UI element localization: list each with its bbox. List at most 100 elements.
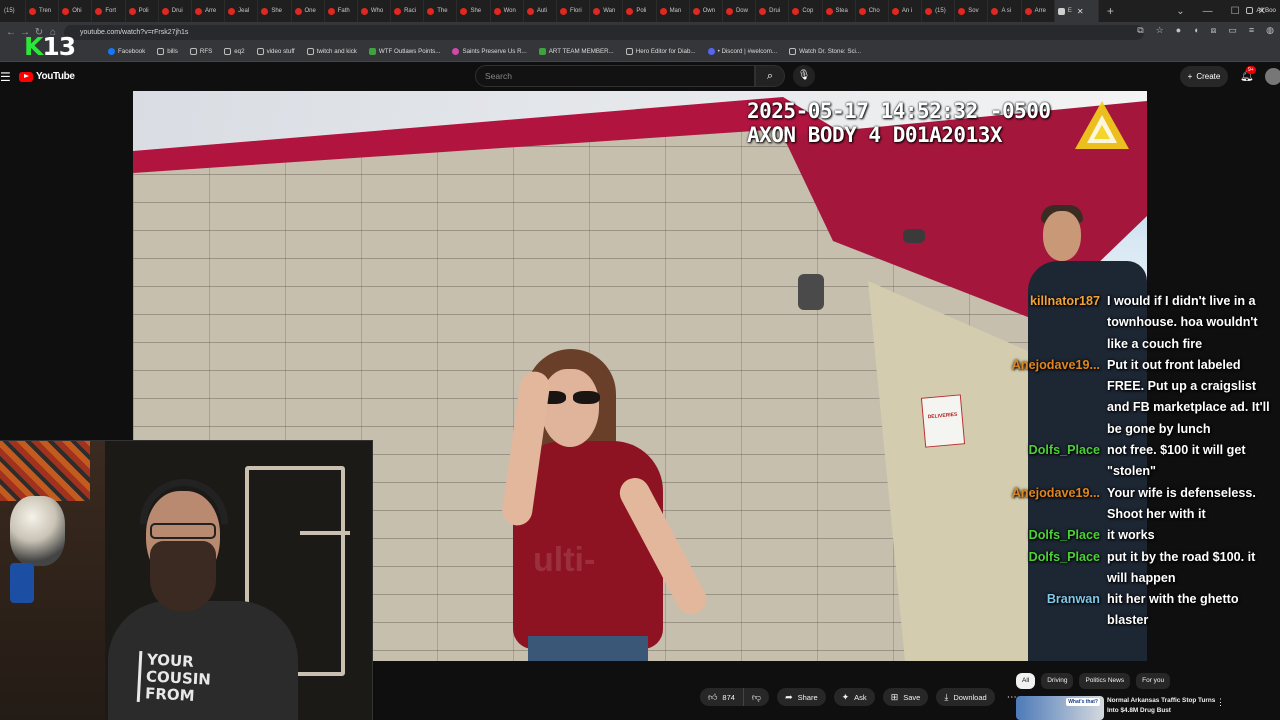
browser-tab[interactable]: Cop: [789, 0, 823, 22]
bookmark-item[interactable]: ART TEAM MEMBER...: [538, 48, 614, 55]
browser-tab[interactable]: The: [424, 0, 458, 22]
hamburger-menu-icon[interactable]: ☰: [0, 70, 11, 84]
tab-title: One: [304, 8, 316, 14]
tab-title: (15): [4, 8, 15, 14]
create-button[interactable]: + Create: [1180, 66, 1228, 87]
browser-tab[interactable]: Won: [491, 0, 524, 22]
tab-title: Arre: [1034, 8, 1046, 14]
bookmark-item[interactable]: Saints Preserve Us R...: [452, 48, 527, 55]
browser-tab[interactable]: Drui: [756, 0, 790, 22]
tab-title: Poli: [636, 8, 647, 14]
search-button[interactable]: ⌕: [755, 65, 785, 87]
browser-tab[interactable]: Man: [657, 0, 690, 22]
browser-tab[interactable]: Poli: [623, 0, 657, 22]
youtube-favicon-icon: [427, 7, 435, 15]
browser-tab[interactable]: Jeal: [225, 0, 259, 22]
share-button[interactable]: ➦ Share: [777, 688, 826, 706]
kebab-menu-icon[interactable]: ⋮: [1216, 697, 1225, 708]
youtube-favicon-icon: [725, 7, 733, 15]
dropdown-icon[interactable]: ⌄: [1176, 6, 1184, 17]
bookmark-star-icon[interactable]: ☆: [1156, 25, 1164, 36]
maximize-icon[interactable]: ☐: [1231, 6, 1240, 17]
browser-tab[interactable]: An i: [889, 0, 923, 22]
bookmark-item[interactable]: eq2: [224, 48, 245, 55]
profile-icon[interactable]: ◍: [1266, 25, 1274, 36]
bookmark-item[interactable]: video stuff: [256, 48, 295, 55]
extensions-puzzle-icon[interactable]: ⧈: [1211, 25, 1217, 36]
browser-tab[interactable]: (15): [0, 0, 26, 22]
back-icon[interactable]: ←: [4, 27, 18, 38]
youtube-logo[interactable]: YouTube: [19, 71, 75, 82]
youtube-favicon-icon: [692, 7, 700, 15]
all-bookmarks[interactable]: All Boo: [1246, 0, 1276, 20]
browser-tab[interactable]: Tren: [26, 0, 60, 22]
browser-tab[interactable]: Auti: [524, 0, 557, 22]
side-panel-icon[interactable]: ▭: [1228, 25, 1237, 36]
drink-can: [10, 563, 34, 603]
bookmark-item[interactable]: twitch and kick: [306, 48, 357, 55]
browser-tab[interactable]: Sov: [955, 0, 989, 22]
browser-tab[interactable]: Fort: [92, 0, 126, 22]
browser-tab[interactable]: Who: [358, 0, 392, 22]
browser-tab[interactable]: Arre: [1022, 0, 1055, 22]
extension-icon[interactable]: ●: [1176, 25, 1181, 36]
filter-chip[interactable]: All: [1016, 673, 1036, 689]
filter-chip[interactable]: Driving: [1041, 673, 1074, 689]
browser-tab[interactable]: She: [258, 0, 292, 22]
bookmark-item[interactable]: RFS: [189, 48, 212, 55]
bookmark-item[interactable]: Facebook: [108, 48, 145, 55]
browser-tab[interactable]: Own: [690, 0, 723, 22]
download-button[interactable]: ⤓ Download: [936, 688, 995, 706]
browser-tab[interactable]: (15): [922, 0, 956, 22]
filter-chip[interactable]: Politics News: [1079, 673, 1131, 689]
browser-tab[interactable]: Raci: [391, 0, 425, 22]
tab-title: An i: [901, 8, 913, 14]
save-button[interactable]: ⊞ Save: [882, 688, 929, 706]
chat-text: not free. $100 it will get "stolen": [1107, 443, 1246, 479]
browser-tab[interactable]: Dow: [723, 0, 757, 22]
dislike-button[interactable]: 👎︎: [743, 688, 770, 706]
ask-button[interactable]: ✦ Ask: [833, 688, 875, 706]
bookmark-item[interactable]: Hero Editor for Diab...: [625, 48, 696, 55]
tab-title: Who: [370, 8, 384, 14]
browser-tab[interactable]: Wan: [590, 0, 624, 22]
browser-tab[interactable]: Fath: [325, 0, 358, 22]
browser-tab[interactable]: She: [457, 0, 491, 22]
address-bar[interactable]: youtube.com/watch?v=rFrsk27jh1s: [64, 25, 1144, 40]
browser-tab[interactable]: Stea: [823, 0, 856, 22]
folder-icon: [625, 48, 633, 55]
youtube-favicon-icon: [759, 7, 767, 15]
bookmark-item[interactable]: Watch Dr. Stone: Sci...: [789, 48, 861, 55]
browser-tab[interactable]: Drui: [159, 0, 192, 22]
search-input[interactable]: Search: [475, 65, 755, 87]
voice-search-button[interactable]: 🎙︎: [793, 65, 815, 87]
audio-icon[interactable]: ◖: [1193, 25, 1198, 36]
browser-tab-active[interactable]: E ✕: [1054, 0, 1099, 22]
avatar[interactable]: [1265, 68, 1280, 85]
recommended-video[interactable]: What's that? Normal Arkansas Traffic Sto…: [1016, 696, 1280, 720]
youtube-favicon-icon: [261, 7, 269, 15]
browser-tab[interactable]: Poli: [126, 0, 159, 22]
browser-tab[interactable]: Flori: [557, 0, 591, 22]
browser-tab[interactable]: Ohi: [59, 0, 93, 22]
like-button[interactable]: 👍︎ 874: [700, 688, 744, 706]
bookmark-item[interactable]: • Discord | #welcom...: [707, 48, 777, 55]
browser-menu-icon[interactable]: ≡: [1249, 25, 1254, 36]
bookmark-item[interactable]: WTF Outlaws Points...: [368, 48, 440, 55]
youtube-favicon-icon: [825, 7, 833, 15]
minimize-icon[interactable]: —: [1203, 6, 1213, 17]
recommended-title[interactable]: Normal Arkansas Traffic Stop Turns Into …: [1107, 696, 1227, 716]
browser-tab[interactable]: Cho: [856, 0, 889, 22]
bookmark-item[interactable]: bills: [157, 48, 178, 55]
bookmark-label: bills: [167, 48, 178, 55]
browser-tab[interactable]: A si: [988, 0, 1022, 22]
new-tab-button[interactable]: +: [1107, 4, 1114, 18]
cast-icon[interactable]: ⧉: [1137, 25, 1143, 36]
browser-tab[interactable]: One: [292, 0, 325, 22]
close-tab-icon[interactable]: ✕: [1077, 7, 1084, 16]
tab-title: Tren: [39, 8, 52, 14]
bookmark-label: twitch and kick: [316, 48, 357, 55]
recommended-thumbnail[interactable]: What's that?: [1016, 696, 1104, 720]
browser-tab[interactable]: Arre: [192, 0, 226, 22]
filter-chip[interactable]: For you: [1136, 673, 1171, 689]
